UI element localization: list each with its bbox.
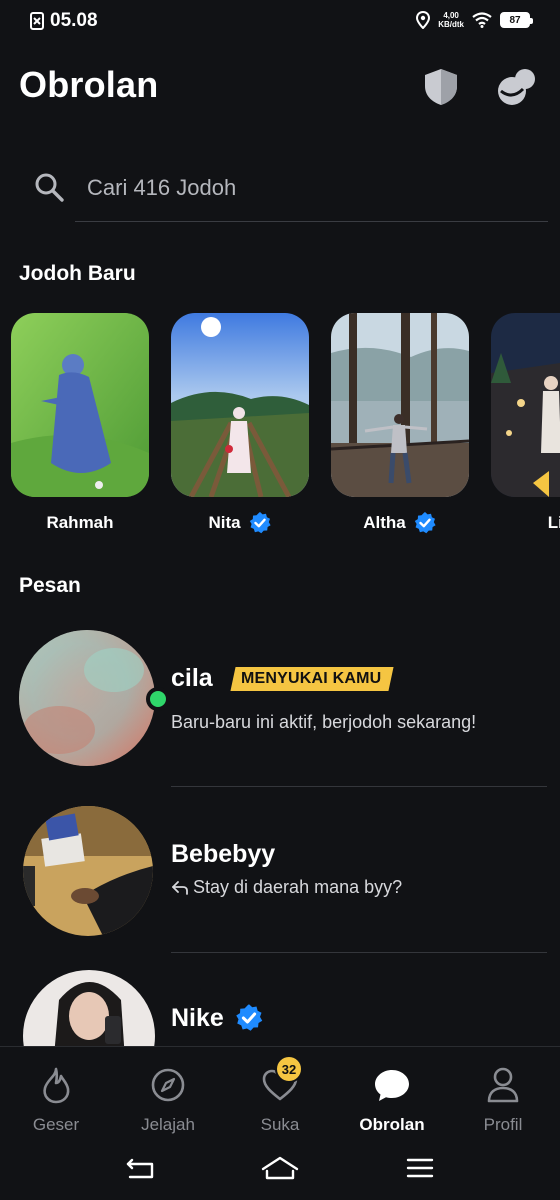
match-photo — [331, 313, 469, 497]
match-card[interactable]: Lia — [491, 313, 560, 536]
likes-you-label: MENYUKAI KAMU — [240, 669, 382, 687]
network-speed-value: 4,00 — [443, 11, 459, 20]
message-name: Bebebyy — [171, 840, 276, 868]
likes-count-badge: 32 — [275, 1055, 303, 1083]
photo-altha — [331, 313, 469, 497]
nav-label: Suka — [260, 1115, 300, 1134]
safety-button[interactable] — [418, 64, 464, 110]
message-row[interactable]: Nike — [0, 968, 560, 1046]
message-preview: Stay di daerah mana byy? — [171, 877, 402, 898]
nav-icon-wrap: 32 — [261, 1055, 303, 1107]
nav-label: Obrolan — [359, 1115, 425, 1134]
verified-badge-icon — [414, 512, 436, 534]
match-card[interactable]: Nita — [171, 313, 309, 536]
match-name: Nita — [208, 513, 241, 532]
new-matches-carousel[interactable]: Rahmah Nita Altha L — [11, 313, 560, 543]
bubbles-icon — [498, 69, 535, 105]
search-input[interactable] — [75, 160, 548, 222]
nav-jelajah[interactable]: Jelajah — [118, 1057, 218, 1143]
system-home-button[interactable] — [260, 1150, 300, 1186]
message-preview: Baru-baru ini aktif, berjodoh sekarang! — [171, 712, 476, 733]
message-name-row: Nike — [171, 1003, 264, 1033]
search-bar — [30, 160, 548, 222]
nav-obrolan[interactable]: Obrolan — [342, 1057, 442, 1143]
avatar — [19, 630, 155, 766]
nav-label: Geser — [32, 1115, 80, 1134]
photo-lia — [491, 313, 560, 497]
verified-badge-icon — [249, 512, 271, 534]
location-icon — [416, 11, 431, 29]
photo-rahmah — [11, 313, 149, 497]
system-menu-button[interactable] — [400, 1150, 440, 1186]
sim-off-icon — [30, 12, 44, 30]
status-left: 05.08 — [30, 10, 98, 32]
match-name: Altha — [363, 513, 406, 532]
divider — [171, 952, 547, 953]
match-card[interactable]: Altha — [331, 313, 469, 536]
divider — [171, 786, 547, 787]
avatar — [23, 806, 153, 936]
match-name: Rahmah — [46, 513, 114, 532]
status-time: 05.08 — [50, 10, 98, 31]
nav-label: Jelajah — [141, 1115, 195, 1134]
status-right: 4,00 KB/dtk 87 — [416, 11, 533, 29]
menu-icon — [406, 1158, 434, 1178]
nav-icon-wrap — [373, 1063, 411, 1107]
new-matches-title: Jodoh Baru — [19, 262, 136, 285]
match-card[interactable]: Rahmah — [11, 313, 149, 536]
message-preview-text: Stay di daerah mana byy? — [193, 877, 403, 897]
avatar-bebebyy — [23, 806, 153, 936]
nav-icon-wrap — [150, 1063, 186, 1107]
match-name-row: Nita — [171, 510, 309, 536]
page-title: Obrolan — [19, 64, 159, 105]
avatar — [23, 970, 155, 1046]
reply-arrow-icon — [172, 880, 188, 895]
match-name-row: Lia — [491, 510, 560, 536]
verified-badge-icon — [236, 1004, 263, 1031]
message-name: cila — [171, 664, 213, 692]
network-speed-unit: KB/dtk — [438, 20, 464, 29]
match-name-row: Altha — [331, 510, 469, 536]
message-row[interactable]: cila MENYUKAI KAMU Baru-baru ini aktif, … — [0, 630, 560, 786]
home-icon — [261, 1156, 299, 1180]
nav-profil[interactable]: Profil — [453, 1057, 553, 1143]
match-photo — [171, 313, 309, 497]
nav-icon-wrap — [486, 1063, 520, 1107]
nav-suka[interactable]: 32 Suka — [230, 1055, 330, 1143]
message-preview-text: Baru-baru ini aktif, berjodoh sekarang! — [171, 712, 477, 732]
photo-nita — [171, 313, 309, 497]
system-back-button[interactable] — [120, 1150, 160, 1186]
back-icon — [126, 1158, 154, 1179]
search-icon — [35, 173, 64, 202]
match-photo — [11, 313, 149, 497]
system-nav-bar — [0, 1140, 560, 1196]
shield-icon — [425, 69, 457, 105]
compass-icon — [151, 1068, 185, 1102]
message-name-row: cila MENYUKAI KAMU — [171, 664, 394, 693]
message-name-row: Bebebyy — [171, 840, 275, 869]
network-speed: 4,00 KB/dtk — [438, 11, 464, 29]
chat-icon — [375, 1070, 409, 1101]
flame-icon — [43, 1067, 70, 1104]
likes-you-tag: MENYUKAI KAMU — [230, 666, 394, 691]
profile-icon — [487, 1067, 519, 1103]
avatar-blurred-cila — [19, 630, 155, 766]
nav-label: Profil — [483, 1115, 523, 1134]
avatar-nike — [23, 970, 155, 1046]
match-name-row: Rahmah — [11, 510, 149, 536]
messages-title: Pesan — [19, 574, 81, 597]
nav-icon-wrap — [39, 1063, 73, 1107]
message-name: Nike — [171, 1003, 224, 1032]
match-name: Lia — [547, 513, 560, 532]
status-bar: 05.08 4,00 KB/dtk 87 — [0, 0, 560, 44]
nav-geser[interactable]: Geser — [6, 1057, 106, 1143]
explore-connections-button[interactable] — [494, 64, 540, 110]
battery-indicator: 87 — [500, 12, 533, 28]
online-indicator — [146, 687, 170, 711]
wifi-icon — [472, 12, 492, 28]
message-row[interactable]: Bebebyy Stay di daerah mana byy? — [0, 806, 560, 952]
match-photo — [491, 313, 560, 497]
